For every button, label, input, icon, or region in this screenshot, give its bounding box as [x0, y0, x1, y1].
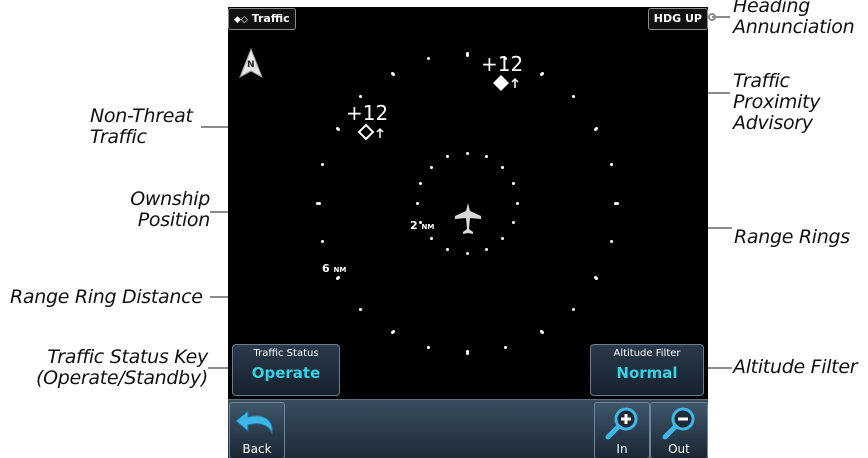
callout-heading-annunciation: Heading Annunciation	[733, 0, 855, 38]
outer-ring-dot	[335, 126, 339, 130]
inner-ring-dot	[511, 220, 515, 224]
outer-ring-dot	[571, 307, 575, 311]
outer-ring-dot	[426, 346, 430, 350]
altitude-filter-button[interactable]: Altitude Filter Normal	[590, 344, 704, 396]
inner-ring-dot	[446, 155, 450, 159]
inner-ring-dot	[446, 247, 450, 251]
outer-ring-dot	[465, 351, 469, 355]
zoom-out-icon	[662, 407, 695, 440]
outer-ring-dot	[610, 240, 614, 244]
outer-ring-dot	[320, 162, 324, 166]
callout-range-rings: Range Rings	[734, 226, 850, 248]
inner-ring-dot	[465, 251, 469, 255]
north-indicator-icon: N	[238, 47, 264, 79]
inner-ring-dot	[484, 155, 488, 159]
outer-range-label: 6 NM	[322, 262, 347, 275]
proximity-traffic-diamond-icon	[492, 74, 522, 98]
outer-ring-dot	[335, 276, 339, 280]
outer-ring-dot	[359, 95, 363, 99]
outer-ring-dot	[595, 126, 599, 130]
callout-range-ring-distance: Range Ring Distance	[10, 286, 203, 308]
zoom-out-button[interactable]: Out	[650, 402, 708, 458]
inner-ring-dot	[415, 201, 419, 205]
inner-ring-dot	[430, 236, 434, 240]
outer-ring-dot	[390, 331, 394, 335]
inner-ring-dot	[500, 236, 504, 240]
outer-ring-dot	[465, 51, 469, 55]
non-threat-traffic-diamond-icon	[357, 123, 387, 147]
inner-range-label: 2 NM	[410, 219, 435, 232]
back-arrow-icon	[235, 409, 273, 435]
ownship-aircraft-icon	[453, 202, 483, 240]
callout-ownship-position: Ownship Position	[130, 188, 210, 231]
traffic-icon: ◆◇	[234, 15, 248, 25]
outer-ring-dot	[571, 95, 575, 99]
back-button[interactable]: Back	[229, 402, 285, 458]
traffic-non-threat-altitude: +12	[346, 101, 389, 125]
callout-traffic-status-key: Traffic Status Key (Operate/Standby)	[36, 346, 208, 389]
outer-ring-dot	[540, 71, 544, 75]
outer-ring-dot	[390, 71, 394, 75]
callout-traffic-proximity-advisory: Traffic Proximity Advisory	[733, 70, 821, 134]
outer-ring-dot	[504, 346, 508, 350]
inner-ring-dot	[500, 166, 504, 170]
heading-mode-annunciation[interactable]: HDG UP	[647, 8, 708, 30]
callout-non-threat-traffic: Non-Threat Traffic	[90, 105, 193, 148]
inner-ring-dot	[430, 166, 434, 170]
outer-ring-dot	[615, 201, 619, 205]
outer-ring-dot	[595, 276, 599, 280]
outer-ring-dot	[540, 331, 544, 335]
outer-ring-dot	[359, 307, 363, 311]
inner-ring-dot	[515, 201, 519, 205]
zoom-in-button[interactable]: In	[594, 402, 650, 458]
outer-ring-dot	[315, 201, 319, 205]
inner-ring-dot	[465, 151, 469, 155]
callout-altitude-filter: Altitude Filter	[733, 356, 858, 378]
page-title-tab: ◆◇ Traffic	[228, 8, 296, 30]
zoom-in-icon	[605, 407, 638, 440]
traffic-status-button[interactable]: Traffic Status Operate	[232, 344, 340, 396]
traffic-proximity-altitude: +12	[481, 52, 524, 76]
outer-ring-dot	[610, 162, 614, 166]
inner-ring-dot	[511, 182, 515, 186]
outer-ring-dot	[320, 240, 324, 244]
outer-ring-dot	[426, 56, 430, 60]
inner-ring-dot	[484, 247, 488, 251]
inner-ring-dot	[419, 182, 423, 186]
traffic-display: ◆◇ Traffic HDG UP N +12 +12 2 NM 6 NM Tr…	[228, 7, 708, 458]
